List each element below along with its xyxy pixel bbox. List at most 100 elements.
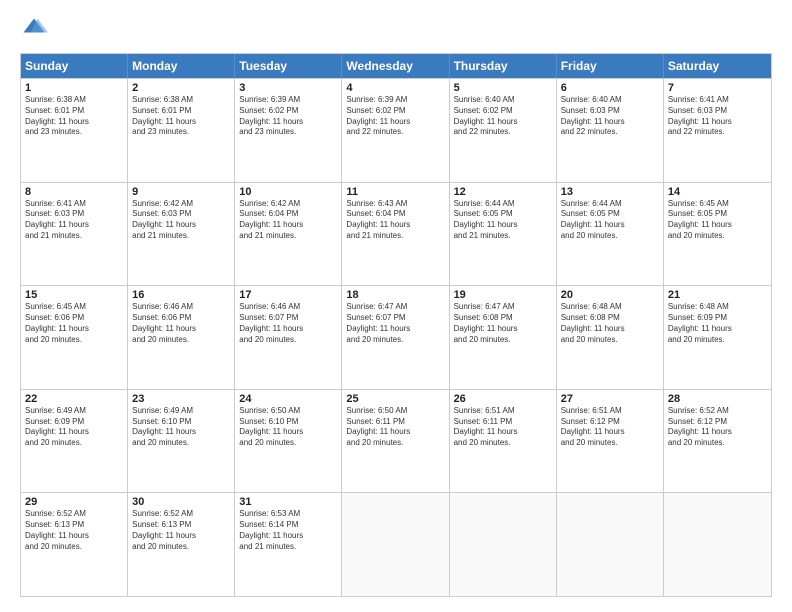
day-number: 18: [346, 289, 444, 301]
calendar-header-row: SundayMondayTuesdayWednesdayThursdayFrid…: [21, 54, 771, 78]
cell-info: Sunrise: 6:40 AM Sunset: 6:02 PM Dayligh…: [454, 95, 552, 138]
calendar-cell: 12Sunrise: 6:44 AM Sunset: 6:05 PM Dayli…: [450, 183, 557, 286]
day-number: 5: [454, 82, 552, 94]
calendar-cell: 16Sunrise: 6:46 AM Sunset: 6:06 PM Dayli…: [128, 286, 235, 389]
calendar-cell: 23Sunrise: 6:49 AM Sunset: 6:10 PM Dayli…: [128, 390, 235, 493]
logo-icon: [20, 15, 48, 43]
day-number: 11: [346, 186, 444, 198]
day-number: 6: [561, 82, 659, 94]
cell-info: Sunrise: 6:44 AM Sunset: 6:05 PM Dayligh…: [454, 199, 552, 242]
day-number: 30: [132, 496, 230, 508]
header-cell-wednesday: Wednesday: [342, 54, 449, 78]
cell-info: Sunrise: 6:43 AM Sunset: 6:04 PM Dayligh…: [346, 199, 444, 242]
calendar-cell: [557, 493, 664, 596]
cell-info: Sunrise: 6:45 AM Sunset: 6:06 PM Dayligh…: [25, 302, 123, 345]
day-number: 21: [668, 289, 767, 301]
cell-info: Sunrise: 6:47 AM Sunset: 6:07 PM Dayligh…: [346, 302, 444, 345]
calendar-cell: 29Sunrise: 6:52 AM Sunset: 6:13 PM Dayli…: [21, 493, 128, 596]
calendar-cell: 2Sunrise: 6:38 AM Sunset: 6:01 PM Daylig…: [128, 79, 235, 182]
cell-info: Sunrise: 6:48 AM Sunset: 6:08 PM Dayligh…: [561, 302, 659, 345]
cell-info: Sunrise: 6:47 AM Sunset: 6:08 PM Dayligh…: [454, 302, 552, 345]
calendar-cell: [342, 493, 449, 596]
day-number: 8: [25, 186, 123, 198]
cell-info: Sunrise: 6:52 AM Sunset: 6:13 PM Dayligh…: [132, 509, 230, 552]
day-number: 2: [132, 82, 230, 94]
calendar-cell: 17Sunrise: 6:46 AM Sunset: 6:07 PM Dayli…: [235, 286, 342, 389]
calendar-cell: 14Sunrise: 6:45 AM Sunset: 6:05 PM Dayli…: [664, 183, 771, 286]
calendar-cell: 9Sunrise: 6:42 AM Sunset: 6:03 PM Daylig…: [128, 183, 235, 286]
calendar-cell: 28Sunrise: 6:52 AM Sunset: 6:12 PM Dayli…: [664, 390, 771, 493]
page: SundayMondayTuesdayWednesdayThursdayFrid…: [0, 0, 792, 612]
day-number: 4: [346, 82, 444, 94]
cell-info: Sunrise: 6:52 AM Sunset: 6:12 PM Dayligh…: [668, 406, 767, 449]
day-number: 25: [346, 393, 444, 405]
day-number: 24: [239, 393, 337, 405]
calendar-cell: 30Sunrise: 6:52 AM Sunset: 6:13 PM Dayli…: [128, 493, 235, 596]
header-cell-sunday: Sunday: [21, 54, 128, 78]
calendar: SundayMondayTuesdayWednesdayThursdayFrid…: [20, 53, 772, 597]
cell-info: Sunrise: 6:48 AM Sunset: 6:09 PM Dayligh…: [668, 302, 767, 345]
cell-info: Sunrise: 6:39 AM Sunset: 6:02 PM Dayligh…: [239, 95, 337, 138]
day-number: 10: [239, 186, 337, 198]
cell-info: Sunrise: 6:39 AM Sunset: 6:02 PM Dayligh…: [346, 95, 444, 138]
cell-info: Sunrise: 6:44 AM Sunset: 6:05 PM Dayligh…: [561, 199, 659, 242]
cell-info: Sunrise: 6:45 AM Sunset: 6:05 PM Dayligh…: [668, 199, 767, 242]
header-cell-monday: Monday: [128, 54, 235, 78]
calendar-cell: 6Sunrise: 6:40 AM Sunset: 6:03 PM Daylig…: [557, 79, 664, 182]
cell-info: Sunrise: 6:49 AM Sunset: 6:10 PM Dayligh…: [132, 406, 230, 449]
day-number: 19: [454, 289, 552, 301]
cell-info: Sunrise: 6:42 AM Sunset: 6:04 PM Dayligh…: [239, 199, 337, 242]
cell-info: Sunrise: 6:50 AM Sunset: 6:11 PM Dayligh…: [346, 406, 444, 449]
cell-info: Sunrise: 6:41 AM Sunset: 6:03 PM Dayligh…: [25, 199, 123, 242]
cell-info: Sunrise: 6:51 AM Sunset: 6:12 PM Dayligh…: [561, 406, 659, 449]
calendar-cell: 11Sunrise: 6:43 AM Sunset: 6:04 PM Dayli…: [342, 183, 449, 286]
day-number: 9: [132, 186, 230, 198]
day-number: 29: [25, 496, 123, 508]
day-number: 28: [668, 393, 767, 405]
calendar-cell: 7Sunrise: 6:41 AM Sunset: 6:03 PM Daylig…: [664, 79, 771, 182]
calendar-cell: 31Sunrise: 6:53 AM Sunset: 6:14 PM Dayli…: [235, 493, 342, 596]
day-number: 14: [668, 186, 767, 198]
header-cell-thursday: Thursday: [450, 54, 557, 78]
cell-info: Sunrise: 6:46 AM Sunset: 6:07 PM Dayligh…: [239, 302, 337, 345]
day-number: 27: [561, 393, 659, 405]
header-cell-tuesday: Tuesday: [235, 54, 342, 78]
calendar-cell: 5Sunrise: 6:40 AM Sunset: 6:02 PM Daylig…: [450, 79, 557, 182]
calendar-cell: 4Sunrise: 6:39 AM Sunset: 6:02 PM Daylig…: [342, 79, 449, 182]
calendar-cell: 1Sunrise: 6:38 AM Sunset: 6:01 PM Daylig…: [21, 79, 128, 182]
cell-info: Sunrise: 6:42 AM Sunset: 6:03 PM Dayligh…: [132, 199, 230, 242]
day-number: 3: [239, 82, 337, 94]
cell-info: Sunrise: 6:52 AM Sunset: 6:13 PM Dayligh…: [25, 509, 123, 552]
day-number: 31: [239, 496, 337, 508]
cell-info: Sunrise: 6:46 AM Sunset: 6:06 PM Dayligh…: [132, 302, 230, 345]
calendar-cell: 22Sunrise: 6:49 AM Sunset: 6:09 PM Dayli…: [21, 390, 128, 493]
cell-info: Sunrise: 6:53 AM Sunset: 6:14 PM Dayligh…: [239, 509, 337, 552]
calendar-cell: 3Sunrise: 6:39 AM Sunset: 6:02 PM Daylig…: [235, 79, 342, 182]
calendar-cell: 10Sunrise: 6:42 AM Sunset: 6:04 PM Dayli…: [235, 183, 342, 286]
calendar-cell: 27Sunrise: 6:51 AM Sunset: 6:12 PM Dayli…: [557, 390, 664, 493]
calendar-row: 29Sunrise: 6:52 AM Sunset: 6:13 PM Dayli…: [21, 492, 771, 596]
day-number: 16: [132, 289, 230, 301]
day-number: 15: [25, 289, 123, 301]
header-cell-saturday: Saturday: [664, 54, 771, 78]
calendar-row: 1Sunrise: 6:38 AM Sunset: 6:01 PM Daylig…: [21, 78, 771, 182]
day-number: 17: [239, 289, 337, 301]
cell-info: Sunrise: 6:50 AM Sunset: 6:10 PM Dayligh…: [239, 406, 337, 449]
calendar-cell: 25Sunrise: 6:50 AM Sunset: 6:11 PM Dayli…: [342, 390, 449, 493]
calendar-cell: 20Sunrise: 6:48 AM Sunset: 6:08 PM Dayli…: [557, 286, 664, 389]
day-number: 26: [454, 393, 552, 405]
calendar-row: 22Sunrise: 6:49 AM Sunset: 6:09 PM Dayli…: [21, 389, 771, 493]
logo: [20, 15, 52, 43]
calendar-cell: 19Sunrise: 6:47 AM Sunset: 6:08 PM Dayli…: [450, 286, 557, 389]
calendar-cell: [450, 493, 557, 596]
calendar-cell: 13Sunrise: 6:44 AM Sunset: 6:05 PM Dayli…: [557, 183, 664, 286]
calendar-body: 1Sunrise: 6:38 AM Sunset: 6:01 PM Daylig…: [21, 78, 771, 596]
cell-info: Sunrise: 6:41 AM Sunset: 6:03 PM Dayligh…: [668, 95, 767, 138]
day-number: 22: [25, 393, 123, 405]
day-number: 13: [561, 186, 659, 198]
day-number: 1: [25, 82, 123, 94]
calendar-row: 8Sunrise: 6:41 AM Sunset: 6:03 PM Daylig…: [21, 182, 771, 286]
cell-info: Sunrise: 6:49 AM Sunset: 6:09 PM Dayligh…: [25, 406, 123, 449]
calendar-cell: 18Sunrise: 6:47 AM Sunset: 6:07 PM Dayli…: [342, 286, 449, 389]
calendar-cell: 15Sunrise: 6:45 AM Sunset: 6:06 PM Dayli…: [21, 286, 128, 389]
